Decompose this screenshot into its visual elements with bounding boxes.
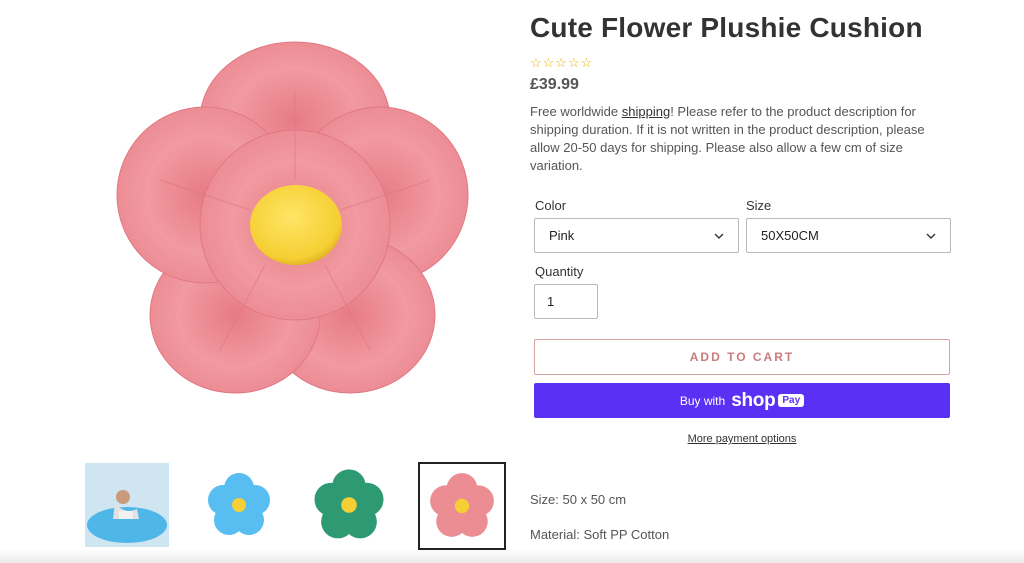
- quantity-input[interactable]: [534, 284, 598, 319]
- add-to-cart-button[interactable]: ADD TO CART: [534, 339, 950, 375]
- product-title: Cute Flower Plushie Cushion: [530, 12, 923, 43]
- spec-material: Material: Soft PP Cotton: [530, 527, 670, 542]
- shop-brand: shop: [731, 389, 776, 411]
- thumbnail-3[interactable]: [306, 462, 392, 548]
- pink-flower-thumbnail: [430, 473, 494, 537]
- chevron-down-icon: [714, 233, 724, 239]
- pink-flower-cushion-image: [116, 41, 469, 394]
- shipping-link[interactable]: shipping: [622, 104, 670, 119]
- pay-badge: Pay: [778, 394, 805, 407]
- blue-flower-child-thumbnail: [85, 463, 169, 547]
- quantity-label: Quantity: [535, 264, 584, 279]
- size-select[interactable]: 50X50CM: [746, 218, 951, 253]
- thumbnail-strip: [84, 462, 514, 552]
- thumbnail-4[interactable]: [418, 462, 506, 550]
- main-product-image[interactable]: [100, 30, 490, 410]
- color-select[interactable]: Pink: [534, 218, 739, 253]
- shipping-description: Free worldwide shipping! Please refer to…: [530, 103, 950, 175]
- thumbnail-1[interactable]: [84, 462, 170, 548]
- buy-with-label: Buy with: [679, 393, 726, 408]
- product-price: £39.99: [530, 76, 579, 93]
- size-select-value: 50X50CM: [761, 228, 819, 243]
- spec-size: Size: 50 x 50 cm: [530, 492, 627, 507]
- rating-stars[interactable]: ☆☆☆☆☆: [530, 55, 593, 71]
- blue-flower-thumbnail: [208, 473, 270, 535]
- chevron-down-icon: [926, 233, 936, 239]
- color-select-value: Pink: [549, 228, 575, 243]
- green-flower-thumbnail: [314, 469, 384, 539]
- bottom-divider-shadow: [0, 548, 1024, 563]
- description-prefix: Free worldwide: [530, 104, 622, 119]
- more-payment-options-link[interactable]: More payment options: [530, 433, 954, 445]
- color-label: Color: [535, 198, 567, 213]
- product-gallery: [0, 0, 520, 563]
- buy-with-shop-pay-button[interactable]: Buy with shop Pay: [534, 383, 950, 418]
- thumbnail-2[interactable]: [196, 462, 282, 548]
- size-label: Size: [746, 198, 772, 213]
